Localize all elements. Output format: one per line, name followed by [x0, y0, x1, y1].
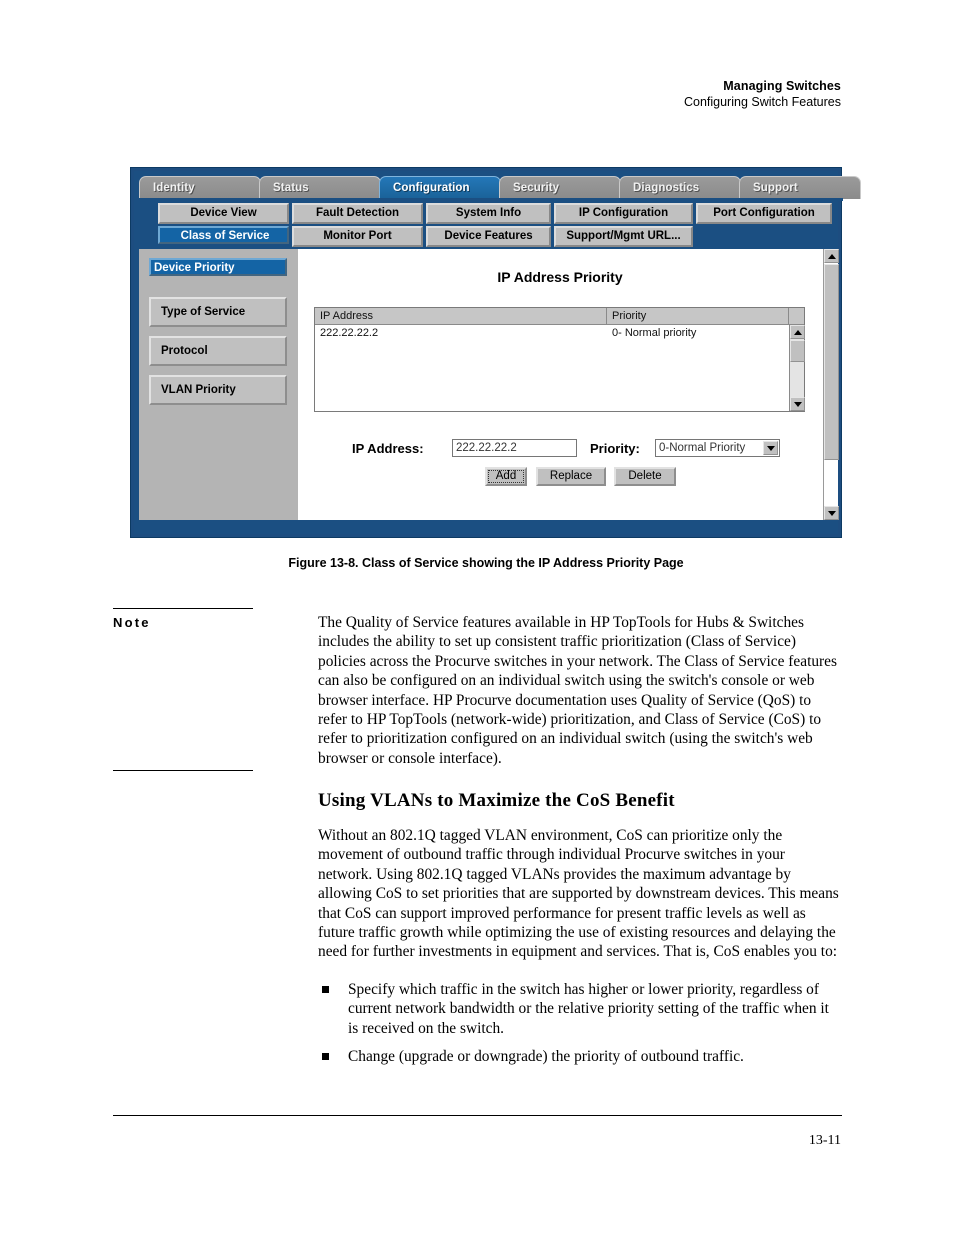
column-header-ip-address[interactable]: IP Address	[315, 308, 607, 324]
tab-status[interactable]: Status	[259, 176, 381, 199]
action-buttons: Add Replace Delete	[314, 467, 814, 489]
page-number: 13-11	[808, 1133, 841, 1148]
nav-monitor-port[interactable]: Monitor Port	[292, 226, 423, 247]
section-paragraph: Without an 802.1Q tagged VLAN environmen…	[318, 827, 839, 961]
list-item: Change (upgrade or downgrade) the priori…	[318, 1047, 842, 1066]
tab-security[interactable]: Security	[499, 176, 621, 199]
tab-identity[interactable]: Identity	[139, 176, 261, 199]
running-head-title: Managing Switches	[723, 79, 841, 93]
app-content-pane: IP Address Priority IP Address Priority …	[298, 249, 839, 520]
figure-caption: Figure 13-8. Class of Service showing th…	[288, 556, 684, 570]
tab-configuration[interactable]: Configuration	[379, 176, 501, 199]
list-item-text: Change (upgrade or downgrade) the priori…	[348, 1048, 744, 1066]
delete-button[interactable]: Delete	[614, 467, 676, 486]
table-scrollbar[interactable]	[789, 325, 805, 411]
ip-address-priority-table: IP Address Priority 222.22.22.2 0- Norma…	[314, 307, 805, 412]
note-body: The Quality of Service features availabl…	[318, 614, 838, 767]
content-scrollbar[interactable]	[823, 249, 839, 520]
priority-label: Priority:	[590, 441, 640, 456]
cell-priority: 0- Normal priority	[612, 327, 697, 339]
replace-button[interactable]: Replace	[536, 467, 606, 486]
entry-form: IP Address: 222.22.22.2 Priority: 0-Norm…	[314, 439, 814, 461]
tab-bar: Identity Status Configuration Security D…	[139, 173, 861, 201]
section-heading: Using VLANs to Maximize the CoS Benefit	[318, 790, 675, 811]
nav-support-mgmt-url[interactable]: Support/Mgmt URL...	[554, 226, 693, 247]
note-label: Note	[113, 615, 151, 630]
sidebar-item-protocol[interactable]: Protocol	[149, 336, 287, 366]
nav-system-info[interactable]: System Info	[426, 203, 551, 224]
nav-ip-configuration[interactable]: IP Configuration	[554, 203, 693, 224]
tab-diagnostics[interactable]: Diagnostics	[619, 176, 741, 199]
document-page: Managing Switches Configuring Switch Fea…	[0, 0, 954, 1235]
note-rule-top	[113, 608, 253, 609]
tab-support[interactable]: Support	[739, 176, 861, 199]
ip-address-input[interactable]: 222.22.22.2	[452, 439, 577, 457]
table-row[interactable]: 222.22.22.2 0- Normal priority	[315, 326, 789, 341]
running-head-subtitle: Configuring Switch Features	[683, 95, 841, 109]
footer-rule	[113, 1115, 842, 1116]
note-rule-bottom	[113, 770, 253, 771]
content-scrollbar-thumb[interactable]	[824, 264, 839, 460]
app-sidebar: Device Priority Type of Service Protocol…	[139, 249, 298, 520]
list-item-text: Specify which traffic in the switch has …	[348, 981, 829, 1037]
ip-address-label: IP Address:	[352, 441, 424, 456]
scroll-down-arrow-icon[interactable]	[790, 397, 805, 411]
app-body: Device Priority Type of Service Protocol…	[139, 249, 839, 520]
app-screenshot-figure: Identity Status Configuration Security D…	[130, 167, 861, 538]
nav-button-band: Device View Fault Detection System Info …	[139, 199, 838, 249]
running-head: Managing Switches Configuring Switch Fea…	[684, 78, 841, 110]
nav-fault-detection[interactable]: Fault Detection	[292, 203, 423, 224]
nav-device-view[interactable]: Device View	[158, 203, 289, 224]
content-scroll-up-arrow-icon[interactable]	[824, 249, 839, 263]
panel-title: IP Address Priority	[497, 269, 623, 285]
table-header-row: IP Address Priority	[315, 308, 804, 325]
column-header-spacer	[789, 308, 804, 324]
list-item: Specify which traffic in the switch has …	[318, 980, 842, 1038]
bullet-square-icon	[322, 986, 329, 993]
bullet-list: Specify which traffic in the switch has …	[318, 980, 842, 1076]
cell-ip-address: 222.22.22.2	[320, 327, 379, 339]
column-header-priority[interactable]: Priority	[607, 308, 789, 324]
table-scrollbar-thumb[interactable]	[790, 340, 805, 362]
app-window: Identity Status Configuration Security D…	[134, 171, 861, 534]
sidebar-item-device-priority[interactable]: Device Priority	[149, 258, 287, 276]
nav-port-configuration[interactable]: Port Configuration	[696, 203, 832, 224]
bullet-square-icon	[322, 1053, 329, 1061]
scroll-up-arrow-icon[interactable]	[790, 325, 805, 339]
nav-class-of-service[interactable]: Class of Service	[158, 226, 289, 244]
priority-select[interactable]: 0-Normal Priority	[655, 439, 780, 457]
app-status-bar	[139, 520, 838, 532]
content-scroll-down-arrow-icon[interactable]	[824, 506, 839, 520]
nav-device-features[interactable]: Device Features	[426, 226, 551, 247]
chevron-down-icon[interactable]	[763, 441, 778, 455]
sidebar-item-type-of-service[interactable]: Type of Service	[149, 297, 287, 327]
sidebar-item-vlan-priority[interactable]: VLAN Priority	[149, 375, 287, 405]
add-button[interactable]: Add	[485, 467, 527, 486]
